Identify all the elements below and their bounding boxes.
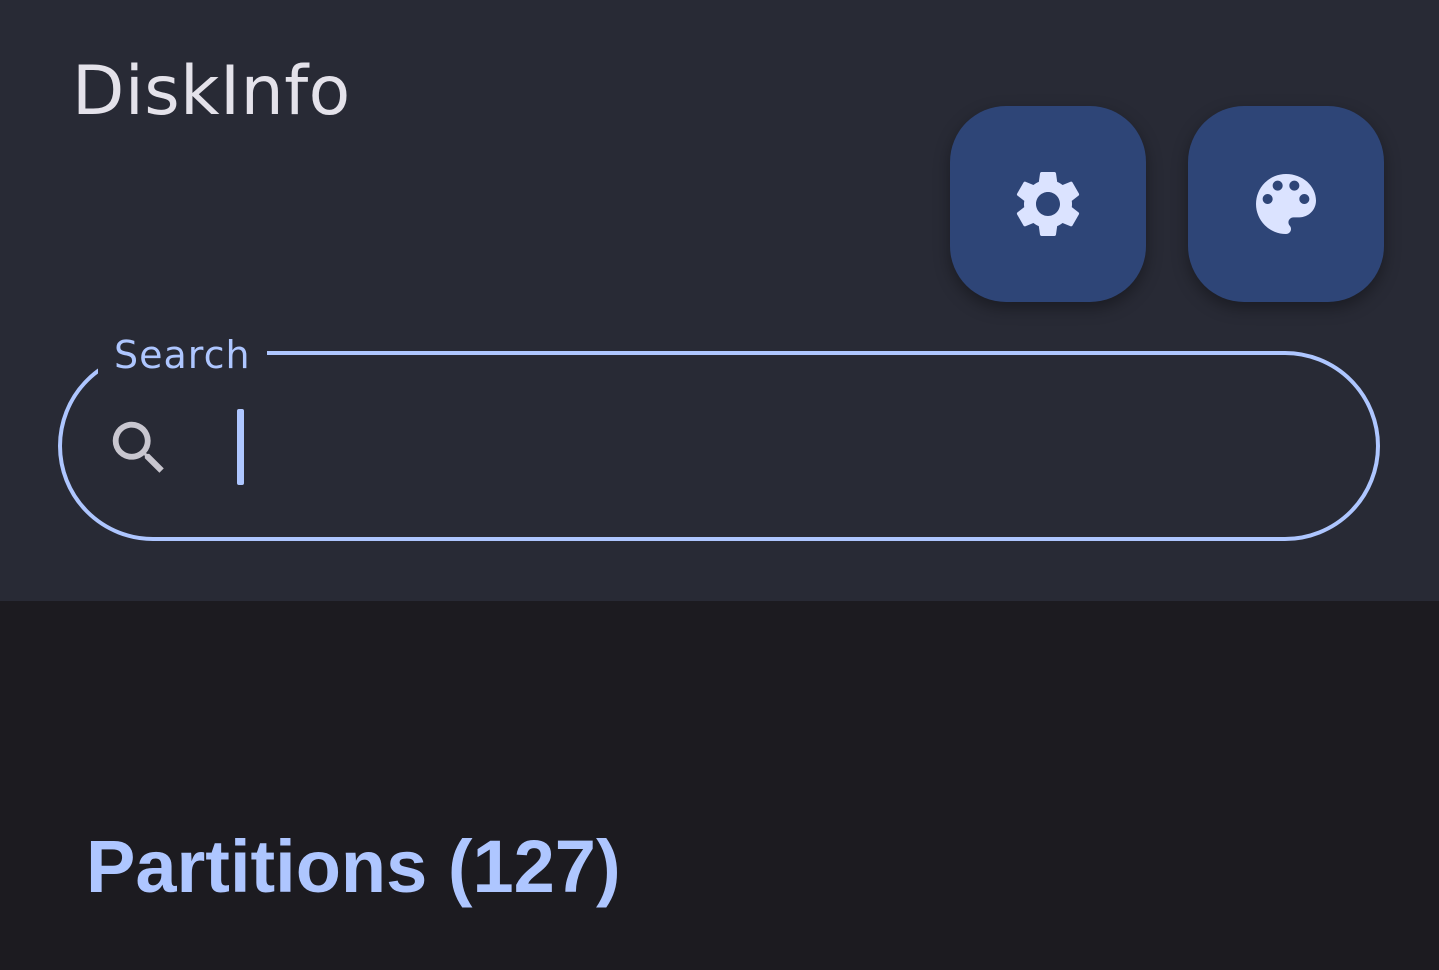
search-input[interactable]: [220, 400, 1340, 492]
partitions-heading: Partitions (127): [86, 825, 621, 908]
settings-button[interactable]: [950, 106, 1146, 302]
palette-icon: [1256, 174, 1316, 234]
search-label: Search: [98, 330, 267, 380]
top-app-bar: DiskInfo Search: [0, 0, 1439, 601]
search-icon: [112, 421, 164, 473]
gear-icon: [1016, 172, 1080, 236]
app-root: DiskInfo Search Partitions (127): [0, 0, 1439, 970]
app-title: DiskInfo: [72, 52, 351, 131]
text-cursor: [237, 409, 244, 485]
theme-button[interactable]: [1188, 106, 1384, 302]
